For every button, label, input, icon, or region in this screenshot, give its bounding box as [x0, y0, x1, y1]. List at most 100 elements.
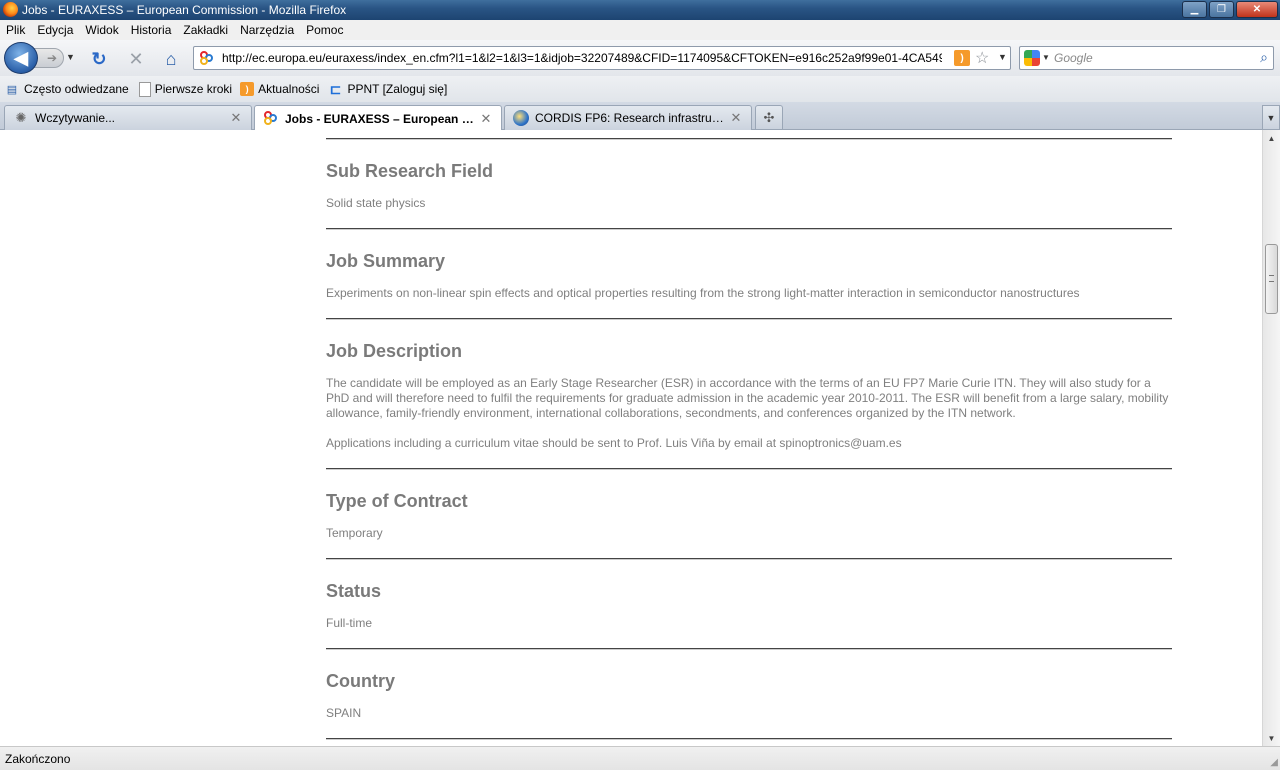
section-body: Experiments on non-linear spin effects a… — [326, 286, 1172, 301]
menu-plik[interactable]: Plik — [0, 20, 31, 40]
bookmark-label: PPNT [Zaloguj się] — [347, 82, 448, 96]
bookmark-frequent[interactable]: ▤ Często odwiedzane — [4, 81, 129, 97]
bookmark-ppnt[interactable]: ⊏ PPNT [Zaloguj się] — [327, 80, 448, 97]
list-all-tabs-button[interactable]: ▼ — [1262, 105, 1280, 129]
tab-cordis[interactable]: CORDIS FP6: Research infrastructur... ✕ — [504, 105, 752, 130]
resize-grip-icon[interactable]: ◢ — [1270, 757, 1278, 768]
search-engine-dropdown-icon[interactable]: ▼ — [1042, 53, 1050, 62]
loading-icon: ✺ — [15, 110, 27, 125]
section-title: Type of Contract — [326, 491, 468, 511]
section-job-description: Job Description The candidate will be em… — [326, 320, 1172, 468]
bookmark-news[interactable]: ) Aktualności — [240, 82, 319, 96]
tab-label: Wczytywanie... — [35, 111, 116, 125]
firefox-window: Jobs - EURAXESS – European Commission - … — [0, 0, 1280, 770]
tab-label: CORDIS FP6: Research infrastructur... — [535, 111, 725, 125]
bookmarks-toolbar: ▤ Często odwiedzane Pierwsze kroki ) Akt… — [0, 76, 1280, 102]
rss-icon: ) — [240, 82, 255, 96]
section-sub-research-field: Sub Research Field Solid state physics — [326, 140, 1172, 228]
tab-loading[interactable]: ✺ Wczytywanie... ✕ — [4, 105, 252, 130]
section-status: Status Full-time — [326, 560, 1172, 648]
search-input[interactable] — [1054, 50, 1244, 66]
minimize-button[interactable]: ▁ — [1182, 1, 1207, 18]
section-text: SPAIN — [326, 706, 362, 720]
window-title: Jobs - EURAXESS – European Commission - … — [22, 3, 347, 17]
section-text: The candidate will be employed as an Ear… — [326, 376, 1169, 420]
section-body: The candidate will be employed as an Ear… — [326, 376, 1172, 451]
section-body: Solid state physics — [326, 196, 1172, 211]
bookmark-label: Aktualności — [258, 82, 320, 96]
back-button[interactable]: ◀ — [4, 42, 38, 74]
new-tab-button[interactable]: ✣ — [755, 105, 783, 129]
menu-zakladki[interactable]: Zakładki — [177, 20, 234, 40]
title-bar: Jobs - EURAXESS – European Commission - … — [0, 0, 1280, 20]
bookmark-first-steps[interactable]: Pierwsze kroki — [137, 81, 233, 97]
url-bar[interactable]: ) ☆ ▼ — [193, 46, 1011, 70]
section-body: Temporary — [326, 526, 1172, 541]
section-text: Temporary — [326, 526, 383, 540]
section-text: Full-time — [326, 616, 373, 630]
tab-euraxess[interactable]: Jobs - EURAXESS – European Com... ✕ — [254, 105, 502, 131]
section-title: Job Description — [326, 341, 463, 361]
ppnt-icon: ⊏ — [329, 80, 342, 97]
scrollbar-thumb[interactable] — [1265, 244, 1278, 314]
status-text: Zakończono — [5, 752, 71, 766]
euraxess-icon — [263, 110, 279, 127]
site-favicon-icon — [199, 51, 215, 67]
bookmark-star-icon[interactable]: ☆ — [975, 48, 989, 68]
menu-edycja[interactable]: Edycja — [31, 20, 79, 40]
navigation-toolbar: ➔ ◀ ▼ ↻ ✕ ⌂ ) ☆ ▼ ▼ ⌕ — [0, 40, 1280, 76]
page-content: Sub Research Field Solid state physics J… — [0, 130, 1262, 746]
google-icon[interactable] — [1024, 50, 1040, 66]
section-type-of-contract: Type of Contract Temporary — [326, 470, 1172, 558]
bookmark-label: Pierwsze kroki — [154, 82, 233, 96]
frequent-icon: ▤ — [6, 83, 18, 96]
maximize-button[interactable]: ❐ — [1209, 1, 1234, 18]
menu-narzedzia[interactable]: Narzędzia — [234, 20, 300, 40]
section-text: Applications including a curriculum vita… — [326, 436, 902, 450]
section-title: Job Summary — [326, 251, 446, 271]
page-icon — [138, 81, 151, 97]
forward-arrow-icon: ➔ — [46, 51, 58, 65]
section-body: SPAIN — [326, 706, 1172, 721]
section-title: Status — [326, 581, 382, 601]
url-input[interactable] — [222, 50, 942, 66]
url-dropdown-icon[interactable]: ▼ — [998, 52, 1007, 62]
forward-button[interactable]: ➔ — [34, 48, 64, 68]
cordis-icon — [513, 110, 529, 126]
home-icon[interactable]: ⌂ — [160, 48, 182, 70]
job-details: Sub Research Field Solid state physics J… — [326, 138, 1172, 740]
menu-bar: Plik Edycja Widok Historia Zakładki Narz… — [0, 20, 1280, 40]
menu-widok[interactable]: Widok — [79, 20, 124, 40]
tab-label: Jobs - EURAXESS – European Com... — [285, 111, 475, 126]
close-tab-icon[interactable]: ✕ — [479, 111, 493, 126]
section-country: Country SPAIN — [326, 650, 1172, 738]
section-text: Experiments on non-linear spin effects a… — [326, 286, 1080, 300]
close-button[interactable]: ✕ — [1236, 1, 1278, 18]
reload-icon[interactable]: ↻ — [88, 48, 110, 70]
scroll-down-icon[interactable]: ▼ — [1263, 730, 1280, 746]
scroll-up-icon[interactable]: ▲ — [1263, 130, 1280, 146]
search-icon[interactable]: ⌕ — [1260, 49, 1268, 66]
rss-feed-icon[interactable]: ) — [954, 50, 970, 66]
grip-icon — [1269, 275, 1274, 282]
menu-pomoc[interactable]: Pomoc — [300, 20, 349, 40]
section-title: Sub Research Field — [326, 161, 494, 181]
vertical-scrollbar[interactable]: ▲ ▼ — [1262, 130, 1280, 746]
section-title: Country — [326, 671, 395, 691]
tab-bar: ✺ Wczytywanie... ✕ Jobs - EURAXESS – Eur… — [0, 102, 1280, 131]
history-dropdown-icon[interactable]: ▼ — [66, 52, 75, 62]
status-bar: Zakończono ◢ — [0, 746, 1280, 770]
menu-historia[interactable]: Historia — [125, 20, 178, 40]
section-text: Solid state physics — [326, 196, 426, 210]
divider — [326, 738, 1172, 740]
stop-icon[interactable]: ✕ — [125, 48, 147, 70]
section-body: Full-time — [326, 616, 1172, 631]
back-arrow-icon: ◀ — [14, 47, 28, 68]
close-tab-icon[interactable]: ✕ — [729, 110, 743, 125]
window-controls: ▁ ❐ ✕ — [1182, 1, 1278, 18]
search-bar[interactable]: ▼ ⌕ — [1019, 46, 1274, 70]
bookmark-label: Często odwiedzane — [24, 82, 129, 96]
firefox-icon — [3, 2, 18, 17]
close-tab-icon[interactable]: ✕ — [229, 110, 243, 125]
section-job-summary: Job Summary Experiments on non-linear sp… — [326, 230, 1172, 318]
